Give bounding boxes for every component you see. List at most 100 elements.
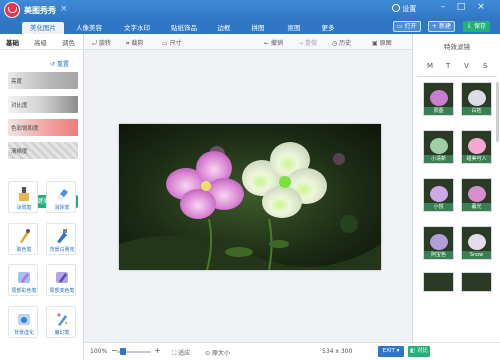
close-tab-icon[interactable]: × bbox=[60, 4, 68, 14]
zoom-in-button[interactable]: + bbox=[154, 346, 161, 355]
tab-text-watermark[interactable]: 文字水印 bbox=[116, 22, 158, 34]
save-button[interactable]: ⇩ 保存 bbox=[463, 21, 490, 32]
tool-mosaic[interactable]: 背景马赛克 bbox=[46, 223, 76, 255]
filter-thumb[interactable] bbox=[461, 272, 492, 292]
filter-thumb[interactable]: 小悦 bbox=[423, 178, 454, 212]
actual-size-button[interactable]: ⊙ 原大小 bbox=[205, 348, 230, 357]
image-dimensions: 534 x 300 bbox=[322, 348, 353, 355]
filter-preview bbox=[430, 138, 448, 154]
app-title: 美图秀秀 bbox=[24, 6, 56, 15]
crop-icon: ⌗ bbox=[126, 40, 130, 47]
tool-color-change-pen[interactable]: 局部变色笔 bbox=[46, 264, 76, 296]
bottom-status-bar: 100% − + ⛶ 适应 ⊙ 原大小 534 x 300 EXIT ▾ ◧ 对… bbox=[84, 342, 500, 360]
original-image-icon: ▣ bbox=[372, 40, 378, 47]
tool-magic-pen[interactable]: 魔幻笔 bbox=[46, 306, 76, 338]
filter-thumb[interactable]: 原图 bbox=[423, 82, 454, 116]
title-bar: 美图秀秀 × 设置 – □ × bbox=[0, 0, 500, 20]
subtab-basic[interactable]: 基础 bbox=[6, 37, 19, 47]
filter-panel-title: 特效滤镜 bbox=[444, 43, 470, 51]
crop-button[interactable]: ⌗ 裁剪 bbox=[126, 38, 143, 48]
filter-preview bbox=[468, 234, 486, 250]
clarity-slider[interactable]: 清晰度 bbox=[8, 142, 78, 159]
background-blur-icon bbox=[18, 314, 30, 325]
filter-thumb[interactable]: 白拓 bbox=[461, 82, 492, 116]
tab-cutout[interactable]: 抠图 bbox=[280, 22, 308, 34]
filter-thumb[interactable]: 阿宝色 bbox=[423, 226, 454, 260]
actual-size-icon: ⊙ bbox=[205, 350, 211, 357]
filter-preview bbox=[430, 234, 448, 250]
flower-photo-image bbox=[119, 124, 381, 270]
filter-category-s[interactable]: S bbox=[483, 62, 487, 70]
filter-category-v[interactable]: V bbox=[464, 62, 469, 70]
rotate-button[interactable]: ⤾ 旋转 bbox=[92, 38, 111, 48]
filter-preview bbox=[430, 90, 448, 106]
brightness-slider[interactable]: 亮度 bbox=[8, 72, 78, 89]
tool-partial-color-pen[interactable]: 局部彩色笔 bbox=[8, 264, 38, 296]
new-button[interactable]: + 新建 bbox=[428, 21, 455, 32]
tool-color-picker[interactable]: 取色笔 bbox=[8, 223, 38, 255]
filter-preview bbox=[468, 186, 486, 202]
tab-more[interactable]: 更多 bbox=[314, 22, 342, 34]
mosaic-icon bbox=[57, 229, 67, 243]
tab-beautify[interactable]: 美化图片 bbox=[22, 22, 64, 34]
color-change-pen-icon bbox=[56, 272, 68, 283]
filter-thumb[interactable]: 暮光 bbox=[461, 178, 492, 212]
zoom-slider-handle[interactable] bbox=[120, 348, 126, 355]
edited-photo bbox=[119, 124, 381, 270]
fit-window-button[interactable]: ⛶ 适应 bbox=[172, 348, 190, 358]
reset-button[interactable]: ↺ 重置 bbox=[50, 59, 69, 68]
size-button[interactable]: ▭ 尺寸 bbox=[162, 38, 182, 47]
redo-icon: → bbox=[298, 40, 304, 47]
filter-thumb[interactable]: Snow bbox=[461, 226, 492, 260]
original-button[interactable]: ▣ 原图 bbox=[372, 38, 392, 47]
color-picker-icon bbox=[20, 229, 30, 243]
tab-portrait[interactable]: 人像美容 bbox=[68, 22, 110, 34]
filter-category-t[interactable]: T bbox=[446, 62, 450, 70]
filter-panel: 特效滤镜 M T V S 原图 白拓 小清新 甜美可人 小悦 暮光 阿宝色 Sn… bbox=[412, 34, 500, 342]
contrast-slider[interactable]: 对比度 bbox=[8, 96, 78, 113]
gear-icon bbox=[392, 4, 400, 12]
zoom-level: 100% bbox=[90, 348, 108, 355]
main-tab-bar: 美化图片 人像美容 文字水印 贴纸饰品 边框 拼图 抠图 更多 ▭ 打开 + 新… bbox=[0, 20, 500, 34]
tool-doodle-pen[interactable]: 涂鸦笔 bbox=[8, 181, 38, 213]
filter-thumb[interactable] bbox=[423, 272, 454, 292]
maximize-button[interactable]: □ bbox=[455, 2, 467, 12]
subtab-divider bbox=[0, 49, 84, 50]
rotate-icon: ⤾ bbox=[92, 40, 97, 47]
history-button[interactable]: ◷ 历史 bbox=[332, 38, 351, 47]
tab-collage[interactable]: 拼图 bbox=[244, 22, 272, 34]
filter-preview bbox=[468, 138, 486, 154]
compare-icon: ◧ bbox=[410, 348, 416, 354]
compare-button[interactable]: ◧ 对比 bbox=[408, 346, 430, 357]
settings-button[interactable]: 设置 bbox=[392, 4, 416, 14]
filter-preview bbox=[468, 90, 486, 106]
exit-button[interactable]: EXIT ▾ bbox=[378, 346, 404, 357]
redo-button[interactable]: → 重做 bbox=[298, 38, 317, 47]
subtab-advanced[interactable]: 高级 bbox=[34, 37, 47, 47]
filter-divider bbox=[417, 76, 497, 77]
undo-icon: ← bbox=[264, 40, 270, 47]
filter-thumb[interactable]: 小清新 bbox=[423, 130, 454, 164]
subtab-color[interactable]: 调色 bbox=[62, 37, 75, 47]
tab-border[interactable]: 边框 bbox=[210, 22, 238, 34]
history-icon: ◷ bbox=[332, 40, 338, 47]
undo-button[interactable]: ← 撤销 bbox=[264, 38, 283, 47]
minimize-button[interactable]: – bbox=[437, 2, 449, 12]
tool-background-blur[interactable]: 背景虚化 bbox=[8, 306, 38, 338]
canvas-toolbar: ⤾ 旋转 ⌗ 裁剪 ▭ 尺寸 ← 撤销 → 重做 ◷ 历史 ▣ 原图 bbox=[84, 34, 412, 50]
fit-icon: ⛶ bbox=[172, 350, 177, 357]
open-button[interactable]: ▭ 打开 bbox=[393, 21, 421, 32]
saturation-slider[interactable]: 色彩饱和度 bbox=[8, 119, 78, 136]
eraser-pen-icon bbox=[57, 189, 68, 201]
filter-preview bbox=[430, 186, 448, 202]
magic-pen-icon bbox=[57, 313, 68, 326]
filter-category-m[interactable]: M bbox=[427, 62, 433, 70]
canvas-area[interactable] bbox=[84, 50, 412, 342]
tool-eraser-pen[interactable]: 消除笔 bbox=[46, 181, 76, 213]
doodle-pen-icon bbox=[19, 187, 29, 201]
filter-scrollbar[interactable] bbox=[496, 82, 499, 142]
left-adjust-panel: 基础 高级 调色 ↺ 重置 亮度 对比度 色彩饱和度 清晰度 一键美化 涂鸦笔 … bbox=[0, 34, 84, 360]
tab-stickers[interactable]: 贴纸饰品 bbox=[163, 22, 205, 34]
close-window-button[interactable]: × bbox=[475, 2, 487, 12]
filter-thumb[interactable]: 甜美可人 bbox=[461, 130, 492, 164]
